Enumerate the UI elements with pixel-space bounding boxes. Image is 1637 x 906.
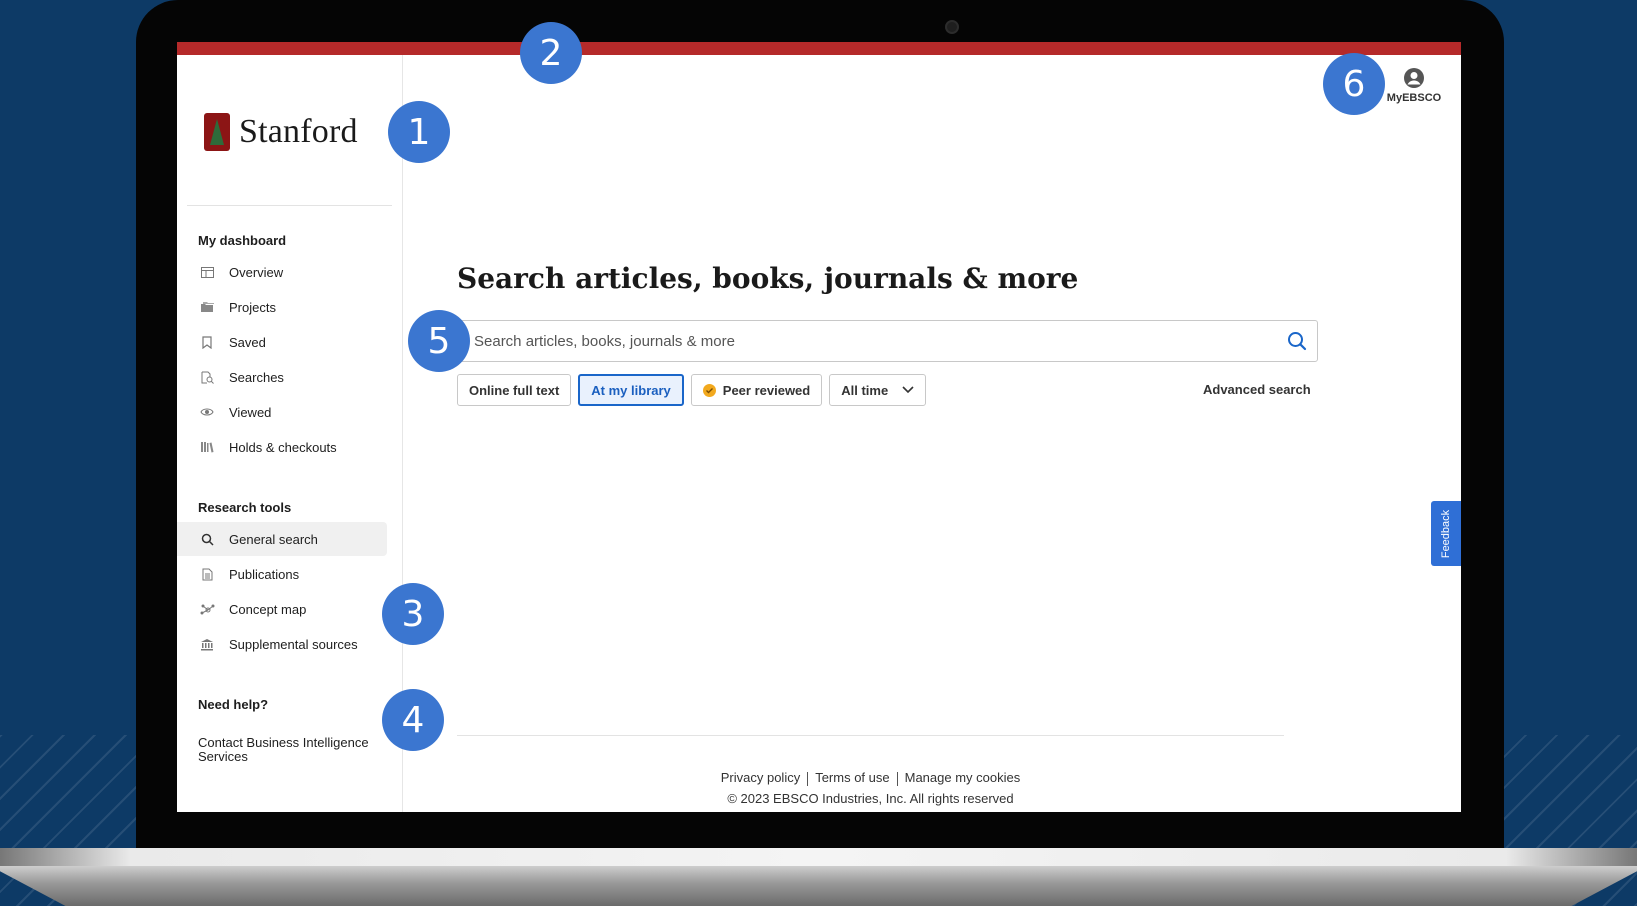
sidebar-item-label: Saved bbox=[229, 334, 266, 350]
sidebar: Stanford My dashboard Overview Projects … bbox=[177, 55, 403, 812]
search-filters: Online full text At my library Peer revi… bbox=[457, 374, 927, 406]
overview-icon bbox=[197, 266, 217, 278]
need-help-heading: Need help? bbox=[198, 697, 269, 712]
footer-separator bbox=[896, 771, 898, 786]
chevron-down-icon bbox=[902, 386, 914, 394]
search-icon bbox=[1288, 332, 1307, 351]
stanford-tree-logo-icon bbox=[204, 113, 230, 151]
eye-icon bbox=[197, 407, 217, 417]
sidebar-item-supplemental-sources[interactable]: Supplemental sources bbox=[177, 627, 387, 661]
sidebar-item-searches[interactable]: Searches bbox=[177, 360, 387, 394]
sidebar-item-label: Concept map bbox=[229, 601, 307, 617]
contact-support-link[interactable]: Contact Business Intelligence Services bbox=[198, 736, 388, 764]
feedback-tab[interactable]: Feedback bbox=[1431, 501, 1461, 566]
filter-at-my-library[interactable]: At my library bbox=[578, 374, 684, 406]
filter-peer-reviewed[interactable]: Peer reviewed bbox=[690, 374, 823, 406]
sidebar-item-label: Holds & checkouts bbox=[229, 439, 337, 455]
logo-text: Stanford bbox=[239, 113, 358, 150]
bookmark-icon bbox=[197, 335, 217, 349]
sidebar-item-concept-map[interactable]: Concept map bbox=[177, 592, 387, 626]
callout-badge-1: 1 bbox=[388, 101, 450, 163]
sidebar-item-label: Publications bbox=[229, 566, 300, 582]
dashboard-heading: My dashboard bbox=[198, 233, 287, 248]
sidebar-item-saved[interactable]: Saved bbox=[177, 325, 387, 359]
date-range-dropdown[interactable]: All time bbox=[829, 374, 927, 406]
folder-icon bbox=[197, 301, 217, 313]
sidebar-item-overview[interactable]: Overview bbox=[177, 255, 387, 289]
footer-links: Privacy policy Terms of use Manage my cook… bbox=[457, 770, 1284, 786]
search-bar bbox=[457, 320, 1318, 362]
search-icon bbox=[197, 533, 217, 546]
institution-icon bbox=[197, 638, 217, 651]
stanford-logo[interactable]: Stanford bbox=[204, 113, 358, 151]
dropdown-value: All time bbox=[841, 382, 889, 398]
sidebar-item-label: Searches bbox=[229, 369, 284, 385]
page-title: Search articles, books, journals & more bbox=[457, 262, 1079, 295]
terms-of-use-link[interactable]: Terms of use bbox=[815, 770, 889, 785]
myebsco-account-button[interactable]: MyEBSCO bbox=[1384, 67, 1444, 104]
sidebar-item-label: Overview bbox=[229, 264, 284, 280]
sidebar-item-label: General search bbox=[229, 531, 318, 547]
sidebar-item-publications[interactable]: Publications bbox=[177, 557, 387, 591]
research-tools-heading: Research tools bbox=[198, 500, 292, 515]
main-content: MyEBSCO Search articles, books, journals… bbox=[403, 55, 1461, 812]
callout-badge-4: 4 bbox=[382, 689, 444, 751]
top-accent-bar bbox=[177, 42, 1461, 55]
peer-reviewed-badge-icon bbox=[702, 383, 716, 397]
user-avatar-icon bbox=[1403, 67, 1425, 89]
footer-divider bbox=[457, 735, 1284, 736]
callout-badge-3: 3 bbox=[382, 583, 444, 645]
filter-label: Peer reviewed bbox=[722, 382, 811, 398]
sidebar-divider bbox=[187, 205, 392, 206]
webcam bbox=[945, 20, 959, 34]
concept-map-icon bbox=[197, 603, 217, 615]
search-history-icon bbox=[197, 371, 217, 384]
search-input[interactable] bbox=[472, 331, 1277, 351]
sidebar-item-label: Projects bbox=[229, 299, 276, 315]
filter-online-full-text[interactable]: Online full text bbox=[457, 374, 572, 406]
books-icon bbox=[197, 441, 217, 453]
callout-badge-6: 6 bbox=[1323, 53, 1385, 115]
copyright-text: © 2023 EBSCO Industries, Inc. All rights… bbox=[727, 791, 1014, 806]
sidebar-item-label: Viewed bbox=[229, 404, 272, 420]
laptop-base-lip bbox=[0, 848, 1637, 866]
screen: Stanford My dashboard Overview Projects … bbox=[177, 42, 1461, 812]
callout-badge-5: 5 bbox=[408, 310, 470, 372]
privacy-policy-link[interactable]: Privacy policy bbox=[721, 770, 800, 785]
callout-badge-2: 2 bbox=[520, 22, 582, 84]
manage-cookies-link[interactable]: Manage my cookies bbox=[905, 770, 1021, 785]
sidebar-item-projects[interactable]: Projects bbox=[177, 290, 387, 324]
search-submit-button[interactable] bbox=[1277, 321, 1317, 361]
advanced-search-link[interactable]: Advanced search bbox=[1203, 382, 1311, 397]
myebsco-label: MyEBSCO bbox=[1386, 92, 1442, 104]
document-icon bbox=[197, 568, 217, 581]
sidebar-item-holds-checkouts[interactable]: Holds & checkouts bbox=[177, 430, 387, 464]
sidebar-item-label: Supplemental sources bbox=[229, 636, 358, 652]
sidebar-item-general-search[interactable]: General search bbox=[177, 522, 387, 556]
feedback-label: Feedback bbox=[1440, 509, 1452, 558]
footer-separator bbox=[807, 771, 809, 786]
sidebar-item-viewed[interactable]: Viewed bbox=[177, 395, 387, 429]
